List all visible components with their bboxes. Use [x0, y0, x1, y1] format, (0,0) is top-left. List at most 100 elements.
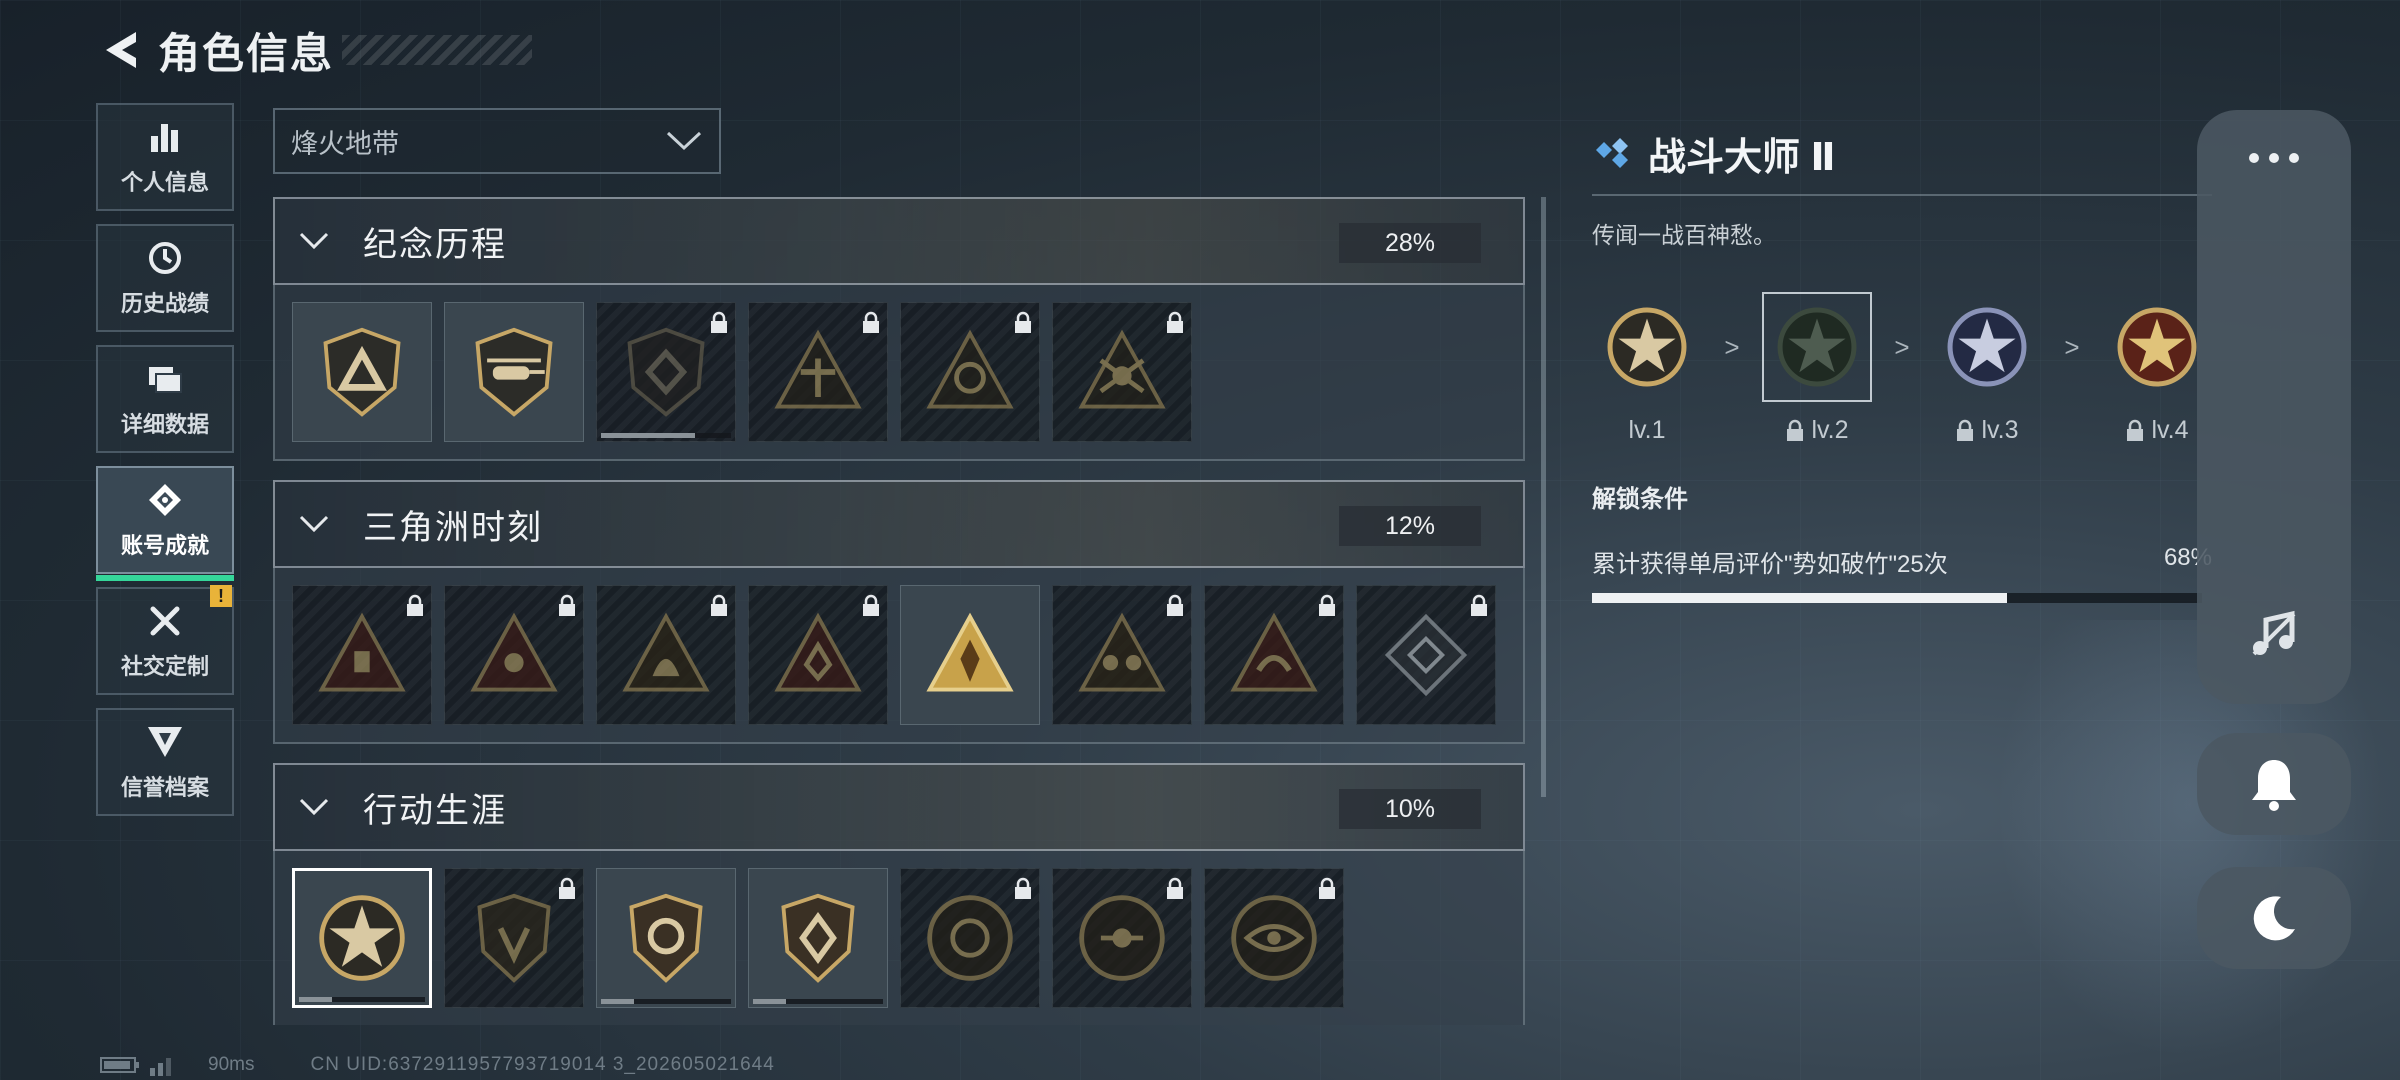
achievement-badge-selected[interactable] — [292, 868, 432, 1008]
badge-row — [273, 568, 1525, 744]
red-triangle-emblem-icon — [470, 612, 558, 692]
soldiers-emblem-icon — [1078, 612, 1166, 692]
level-item-selected[interactable]: lv.2 — [1762, 292, 1872, 445]
achievement-badge[interactable] — [596, 868, 736, 1008]
achievement-badge[interactable] — [1356, 585, 1496, 725]
achievement-badge[interactable] — [900, 868, 1040, 1008]
shield-emblem-icon — [781, 893, 855, 983]
green-star-medal-icon — [1762, 292, 1872, 402]
nav-item-details[interactable]: 详细数据 — [96, 345, 234, 453]
more-options-button[interactable] — [2197, 150, 2351, 166]
section-title: 纪念历程 — [363, 225, 507, 264]
diamond-emblem-icon — [1384, 613, 1468, 697]
level-track: lv.1 > lv.2 > lv.3 > lv.4 — [1592, 292, 2212, 445]
mode-dropdown[interactable]: 烽火地带 — [273, 108, 721, 174]
chevron-down-icon — [666, 131, 702, 151]
nav-item-achievements[interactable]: 账号成就 — [96, 466, 234, 581]
achievement-badge[interactable] — [1204, 868, 1344, 1008]
level-label: lv.1 — [1628, 416, 1666, 444]
nav-label: 历史战绩 — [120, 291, 209, 316]
music-mute-button[interactable] — [2197, 608, 2351, 660]
blue-star-medal-icon — [1932, 292, 2042, 402]
lock-icon — [1167, 877, 1183, 899]
achievement-badge[interactable] — [1052, 868, 1192, 1008]
achievement-badge[interactable] — [444, 585, 584, 725]
achievement-badge[interactable] — [748, 302, 888, 442]
badge-progress — [299, 997, 425, 1002]
chevron-down-icon — [299, 224, 333, 258]
achievement-badge[interactable] — [596, 302, 736, 442]
achievement-badge[interactable] — [596, 585, 736, 725]
star-medal-icon — [1592, 292, 1702, 402]
achievement-badge[interactable] — [444, 868, 584, 1008]
achievement-badge[interactable] — [900, 302, 1040, 442]
nav-item-history[interactable]: 历史战绩 — [96, 224, 234, 332]
section-header[interactable]: 三角洲时刻 12% — [273, 480, 1525, 568]
red-triangle-emblem-icon — [318, 612, 406, 692]
achievement-badge[interactable] — [748, 585, 888, 725]
section-header[interactable]: 纪念历程 28% — [273, 197, 1525, 285]
bar-chart-icon — [145, 117, 185, 157]
gold-triangle-emblem-icon — [926, 612, 1014, 692]
sidebar-nav: 个人信息 历史战绩 详细数据 账号成就 ! 社交定制 信誉档案 — [96, 103, 236, 829]
nav-label: 信誉档案 — [120, 775, 209, 800]
achievement-badge[interactable] — [1052, 302, 1192, 442]
round-medal-emblem-icon — [927, 895, 1013, 981]
achievement-section: 行动生涯 10% — [273, 763, 1525, 1025]
level-label-text: lv.3 — [1981, 416, 2019, 444]
section-percent: 28% — [1339, 223, 1481, 263]
shield-emblem-icon — [627, 327, 705, 417]
round-medal-emblem-icon — [1079, 895, 1165, 981]
night-mode-button[interactable] — [2197, 867, 2351, 969]
section-percent: 12% — [1339, 506, 1481, 546]
level-item[interactable]: lv.3 — [1932, 292, 2042, 445]
shield-emblem-icon — [629, 893, 703, 983]
achievement-badge[interactable] — [292, 585, 432, 725]
lock-icon — [1015, 877, 1031, 899]
achievement-badge[interactable] — [444, 302, 584, 442]
lock-icon — [863, 311, 879, 333]
gold-triangle-emblem-icon — [622, 612, 710, 692]
detail-title: 战斗大师 Ⅱ — [1648, 136, 1836, 179]
user-uid: CN UID:6372911957793719014 3_20260502164… — [310, 1054, 775, 1075]
eye-medal-emblem-icon — [1231, 895, 1317, 981]
achievement-scrollbar[interactable] — [1541, 197, 1546, 797]
nav-item-reputation[interactable]: 信誉档案 — [96, 708, 234, 816]
condition-title: 解锁条件 — [1592, 486, 1688, 513]
level-label-text: lv.2 — [1811, 416, 1849, 444]
status-footer: 90ms CN UID:6372911957793719014 3_202605… — [100, 1054, 775, 1076]
back-button[interactable] — [96, 26, 144, 74]
nav-item-social[interactable]: ! 社交定制 — [96, 585, 234, 695]
condition-progress-fill — [1592, 593, 2007, 603]
notification-button[interactable] — [2197, 733, 2351, 835]
achievement-badge[interactable] — [1204, 585, 1344, 725]
condition-progress-bar — [1592, 593, 2202, 603]
section-header[interactable]: 行动生涯 10% — [273, 763, 1525, 851]
nav-label: 社交定制 — [120, 654, 209, 679]
red-triangle-emblem-icon — [774, 612, 862, 692]
achievement-section: 纪念历程 28% — [273, 197, 1525, 461]
ping-value: 90ms — [208, 1054, 255, 1075]
achievement-list: 纪念历程 28% 三角洲时刻 12% 行动生涯 10% — [273, 197, 1525, 1025]
skull-triangle-emblem-icon — [1078, 329, 1166, 409]
level-item[interactable]: lv.1 — [1592, 292, 1702, 445]
achievement-badge[interactable] — [292, 302, 432, 442]
mode-selected-value: 烽火地带 — [291, 128, 399, 159]
level-label: lv.3 — [1955, 416, 2019, 445]
badge-progress — [753, 999, 883, 1004]
red-star-medal-icon — [2102, 292, 2212, 402]
nav-label: 详细数据 — [120, 412, 209, 437]
diamond-cluster-icon — [1596, 138, 1628, 168]
level-separator: > — [1724, 332, 1740, 362]
lock-icon — [711, 311, 727, 333]
back-arrow-icon — [106, 32, 136, 68]
lock-icon — [1167, 311, 1183, 333]
condition-row: 累计获得单局评价"势如破竹"25次 68% — [1592, 544, 2212, 579]
level-item[interactable]: lv.4 — [2102, 292, 2212, 445]
achievement-badge[interactable] — [748, 868, 888, 1008]
achievement-badge[interactable] — [1052, 585, 1192, 725]
nav-label: 账号成就 — [120, 533, 209, 558]
nav-item-profile[interactable]: 个人信息 — [96, 103, 234, 211]
level-label: lv.2 — [1785, 416, 1849, 445]
achievement-badge[interactable] — [900, 585, 1040, 725]
